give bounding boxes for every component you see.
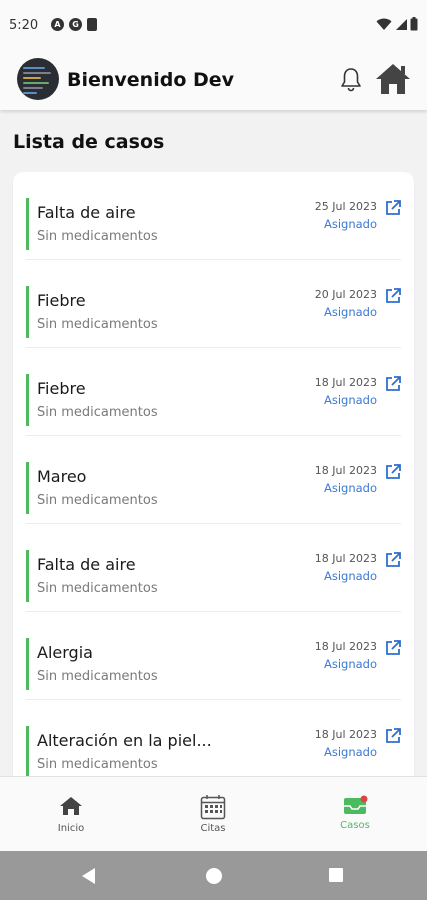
status-bar: 5:20 A G	[0, 0, 427, 52]
case-title: Mareo	[37, 467, 87, 486]
battery-icon	[410, 17, 418, 31]
open-external-icon[interactable]	[384, 287, 402, 305]
open-external-icon[interactable]	[384, 463, 402, 481]
case-accent-bar	[26, 286, 29, 338]
case-date: 18 Jul 2023	[314, 640, 377, 653]
case-date: 20 Jul 2023	[314, 288, 377, 301]
status-time: 5:20	[9, 18, 39, 33]
avatar[interactable]	[17, 58, 59, 100]
case-subtitle: Sin medicamentos	[37, 581, 158, 596]
case-accent-bar	[26, 374, 29, 426]
case-subtitle: Sin medicamentos	[37, 229, 158, 244]
status-notification-icons: A G	[51, 18, 97, 31]
case-status: Asignado	[323, 745, 377, 759]
open-external-icon[interactable]	[384, 551, 402, 569]
case-date: 18 Jul 2023	[314, 728, 377, 741]
status-system-icons	[376, 17, 418, 31]
case-date: 18 Jul 2023	[314, 552, 377, 565]
nav-item-inicio[interactable]: Inicio	[0, 777, 142, 852]
case-date: 18 Jul 2023	[314, 376, 377, 389]
open-external-icon[interactable]	[384, 375, 402, 393]
case-item[interactable]: Falta de aire Sin medicamentos 18 Jul 20…	[13, 524, 414, 612]
case-title: Fiebre	[37, 379, 86, 398]
calendar-icon	[200, 795, 226, 820]
case-date: 18 Jul 2023	[314, 464, 377, 477]
bell-icon[interactable]	[340, 67, 362, 93]
nav-item-citas[interactable]: Citas	[142, 777, 284, 852]
case-item[interactable]: Falta de aire Sin medicamentos 25 Jul 20…	[13, 172, 414, 260]
open-external-icon[interactable]	[384, 639, 402, 657]
welcome-title: Bienvenido Dev	[67, 69, 235, 91]
signal-icon	[396, 18, 407, 30]
wifi-icon	[376, 18, 392, 30]
case-item[interactable]: Fiebre Sin medicamentos 18 Jul 2023 Asig…	[13, 348, 414, 436]
case-accent-bar	[26, 550, 29, 602]
case-accent-bar	[26, 462, 29, 514]
open-external-icon[interactable]	[384, 199, 402, 217]
back-icon[interactable]	[81, 868, 97, 884]
notification-g-icon: G	[69, 18, 82, 31]
case-subtitle: Sin medicamentos	[37, 405, 158, 420]
case-status: Asignado	[323, 657, 377, 671]
case-title: Alteración en la piel...	[37, 731, 212, 750]
case-subtitle: Sin medicamentos	[37, 493, 158, 508]
case-item[interactable]: Alergia Sin medicamentos 18 Jul 2023 Asi…	[13, 612, 414, 700]
nav-label: Casos	[340, 820, 370, 831]
notification-a-icon: A	[51, 18, 64, 31]
case-title: Falta de aire	[37, 203, 136, 222]
case-status: Asignado	[323, 569, 377, 583]
case-status: Asignado	[323, 481, 377, 495]
case-subtitle: Sin medicamentos	[37, 317, 158, 332]
case-status: Asignado	[323, 393, 377, 407]
inbox-icon	[344, 795, 368, 814]
case-status: Asignado	[323, 217, 377, 231]
case-title: Fiebre	[37, 291, 86, 310]
nav-label: Inicio	[57, 823, 85, 834]
case-subtitle: Sin medicamentos	[37, 757, 158, 772]
case-status: Asignado	[323, 305, 377, 319]
case-accent-bar	[26, 726, 29, 776]
case-list: Falta de aire Sin medicamentos 25 Jul 20…	[13, 172, 414, 776]
recents-icon[interactable]	[329, 868, 343, 882]
app-header: Bienvenido Dev	[0, 52, 427, 110]
case-item[interactable]: Alteración en la piel... Sin medicamento…	[13, 700, 414, 776]
sd-card-icon	[87, 18, 97, 31]
home-icon[interactable]	[375, 62, 411, 96]
nav-item-casos[interactable]: Casos	[284, 777, 426, 852]
home-button-icon[interactable]	[206, 868, 222, 884]
case-item[interactable]: Mareo Sin medicamentos 18 Jul 2023 Asign…	[13, 436, 414, 524]
case-title: Alergia	[37, 643, 93, 662]
nav-label: Citas	[200, 823, 226, 834]
case-date: 25 Jul 2023	[314, 200, 377, 213]
page-title: Lista de casos	[13, 131, 165, 153]
home-icon	[60, 797, 82, 815]
case-title: Falta de aire	[37, 555, 136, 574]
case-item[interactable]: Fiebre Sin medicamentos 20 Jul 2023 Asig…	[13, 260, 414, 348]
case-accent-bar	[26, 198, 29, 250]
bottom-nav: Inicio Citas Casos	[0, 776, 427, 851]
case-subtitle: Sin medicamentos	[37, 669, 158, 684]
open-external-icon[interactable]	[384, 727, 402, 745]
case-accent-bar	[26, 638, 29, 690]
system-nav-bar	[0, 851, 427, 900]
